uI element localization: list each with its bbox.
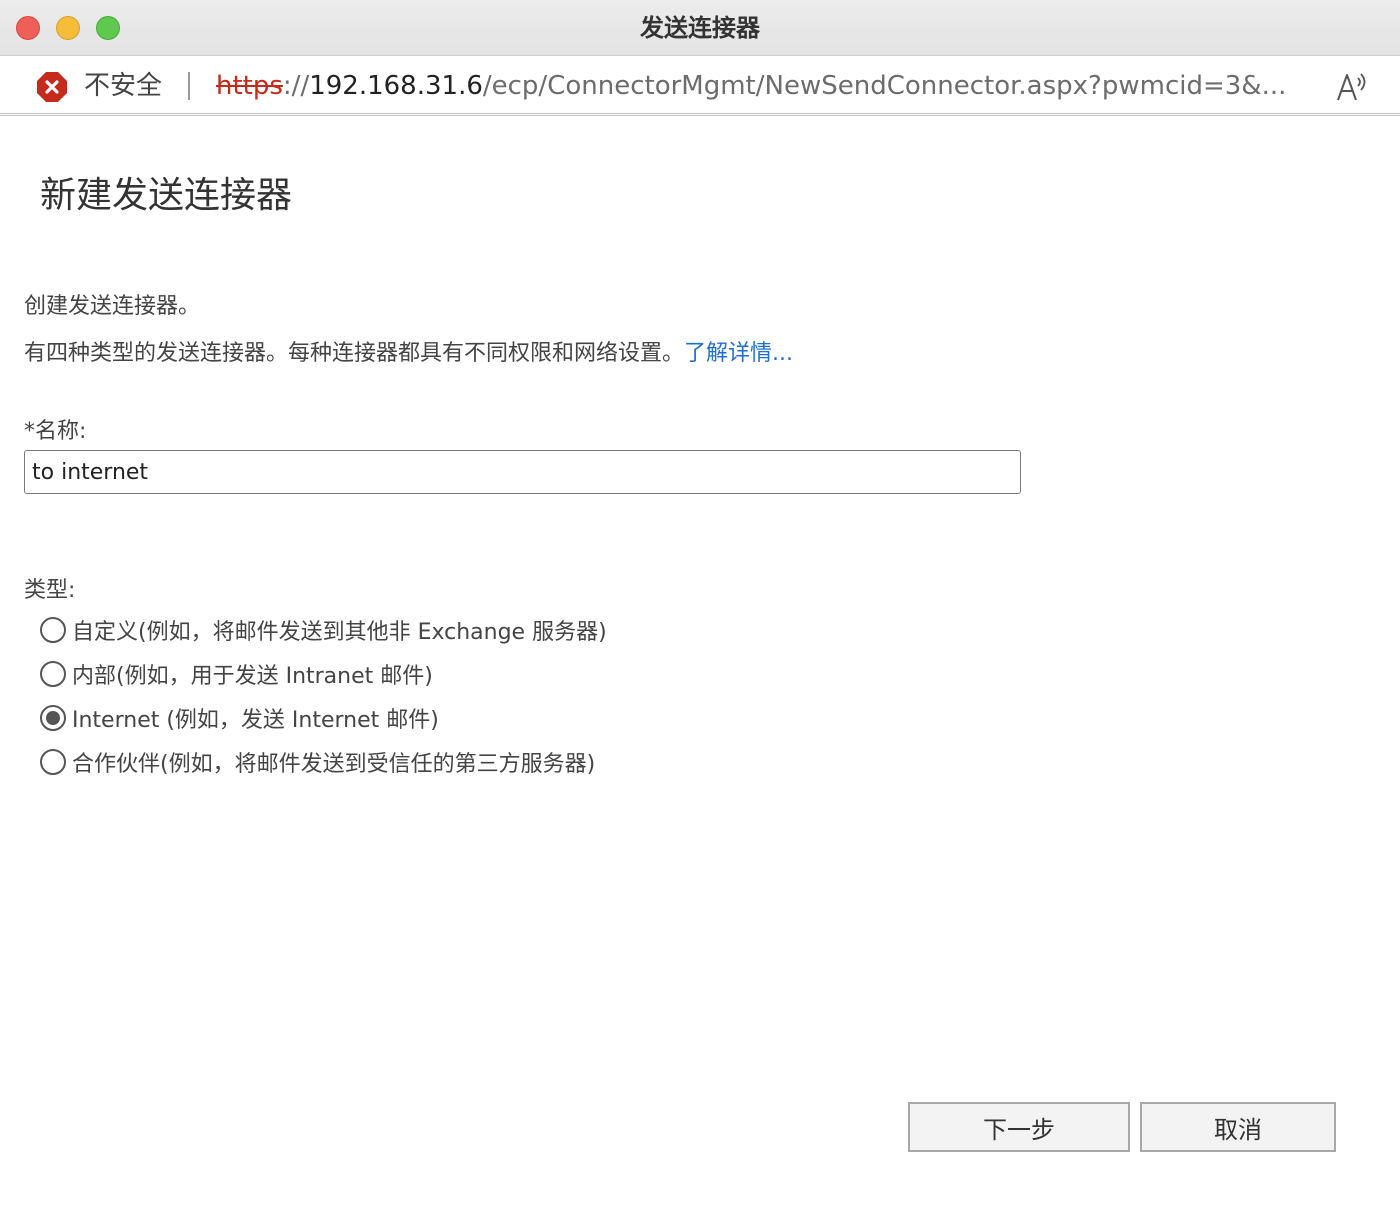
not-secure-label[interactable]: 不安全 [84, 56, 162, 116]
url-field[interactable]: https://192.168.31.6/ecp/ConnectorMgmt/N… [216, 56, 1316, 116]
radio-internet[interactable] [40, 705, 66, 731]
type-option-custom[interactable]: 自定义(例如，将邮件发送到其他非 Exchange 服务器) [40, 615, 607, 645]
radio-internal[interactable] [40, 661, 66, 687]
name-label: *名称: [24, 419, 87, 444]
type-option-internet[interactable]: Internet (例如，发送 Internet 邮件) [40, 703, 439, 733]
url-separator: :// [282, 71, 310, 101]
description-text: 有四种类型的发送连接器。每种连接器都具有不同权限和网络设置。 [24, 341, 685, 366]
learn-more-link[interactable]: 了解详情... [684, 341, 793, 366]
page-title: 新建发送连接器 [40, 175, 293, 216]
type-option-label: 自定义(例如，将邮件发送到其他非 Exchange 服务器) [72, 620, 607, 645]
title-bar: 发送连接器 [0, 0, 1400, 56]
type-option-label: Internet (例如，发送 Internet 邮件) [72, 708, 439, 733]
type-option-partner[interactable]: 合作伙伴(例如，将邮件发送到受信任的第三方服务器) [40, 747, 595, 777]
window-title: 发送连接器 [640, 14, 760, 42]
description-line-2: 有四种类型的发送连接器。每种连接器都具有不同权限和网络设置。了解详情... [24, 335, 793, 367]
address-divider [188, 72, 190, 100]
type-option-internal[interactable]: 内部(例如，用于发送 Intranet 邮件) [40, 659, 433, 689]
next-button[interactable]: 下一步 [908, 1102, 1130, 1152]
name-input[interactable] [24, 450, 1021, 494]
read-aloud-icon[interactable] [1334, 70, 1368, 104]
type-label: 类型: [24, 578, 76, 603]
type-option-label: 内部(例如，用于发送 Intranet 邮件) [72, 664, 433, 689]
not-secure-warning-icon[interactable] [36, 71, 68, 103]
description-line-1: 创建发送连接器。 [24, 294, 201, 319]
type-option-label: 合作伙伴(例如，将邮件发送到受信任的第三方服务器) [72, 752, 596, 777]
cancel-button[interactable]: 取消 [1140, 1102, 1336, 1152]
url-scheme: https [216, 71, 283, 101]
radio-partner[interactable] [40, 749, 66, 775]
radio-custom[interactable] [40, 617, 66, 643]
url-path: /ecp/ConnectorMgmt/NewSendConnector.aspx… [482, 71, 1287, 101]
address-bar: 不安全 https://192.168.31.6/ecp/ConnectorMg… [0, 56, 1400, 116]
url-host: 192.168.31.6 [309, 71, 483, 101]
